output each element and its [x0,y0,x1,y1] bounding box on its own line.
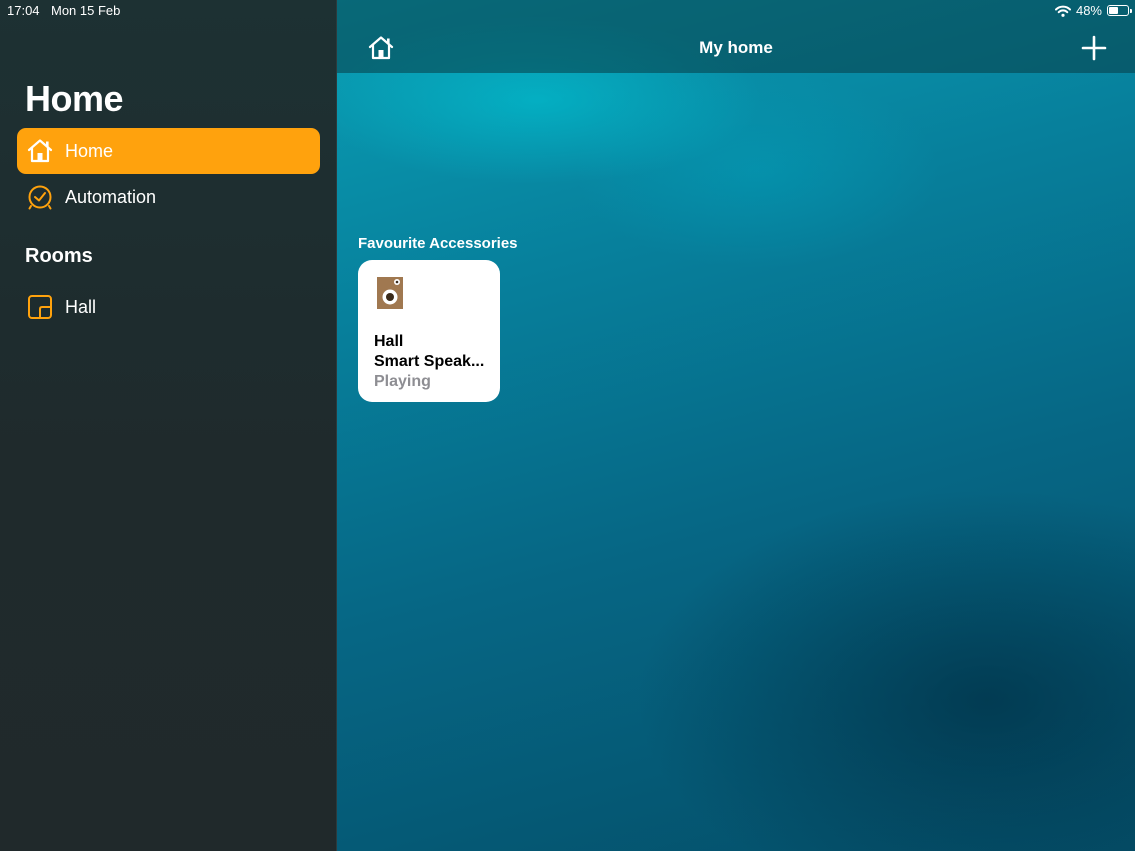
sidebar-item-label: Home [65,140,114,161]
battery-fill [1109,7,1118,14]
sidebar-item-label: Hall [65,296,97,317]
status-time: 17:04 [7,3,40,18]
accessory-status: Playing [374,373,431,390]
main-content: My home Favourite Accessories Hall Smart… [337,0,1135,851]
favourite-accessories-heading: Favourite Accessories [358,235,518,252]
accessory-tile[interactable]: Hall Smart Speak... Playing [358,260,500,402]
sidebar-item-automation[interactable]: Automation [17,174,320,220]
status-right: 48% [1054,3,1132,18]
house-icon [27,139,53,163]
speaker-icon [377,277,403,309]
battery-icon [1107,5,1132,16]
page-title: My home [699,38,773,57]
room-icon [28,295,52,319]
sidebar-title: Home [25,78,124,119]
status-date: Mon 15 Feb [51,3,121,18]
clock-icon [28,185,52,210]
sidebar-item-home[interactable]: Home [17,128,320,174]
accessory-name: Smart Speak... [374,353,485,370]
sidebar-item-label: Automation [65,186,157,207]
accessory-room: Hall [374,333,404,350]
battery-percentage: 48% [1075,3,1102,18]
status-bar: 17:04 Mon 15 Feb 48% [0,0,1135,22]
rooms-heading: Rooms [25,245,93,267]
sidebar-item-hall[interactable]: Hall [17,284,320,330]
wifi-icon [1054,5,1071,17]
sidebar: Home Home Automation Rooms Hall [0,0,337,851]
plus-icon[interactable] [1081,35,1107,61]
